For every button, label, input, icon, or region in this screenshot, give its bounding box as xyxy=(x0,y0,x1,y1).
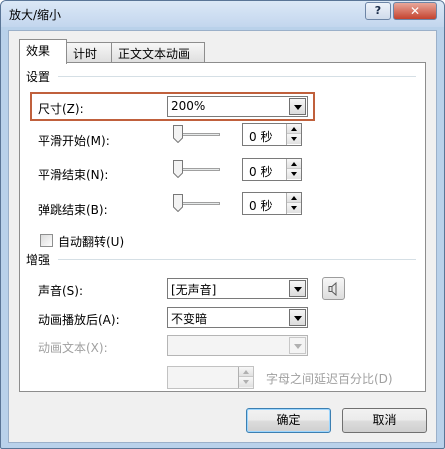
after-animation-value: 不变暗 xyxy=(171,312,208,326)
after-animation-dropdown-button[interactable] xyxy=(289,309,306,326)
auto-reverse-label[interactable]: 自动翻转(U) xyxy=(58,233,124,250)
help-button[interactable]: ? xyxy=(365,2,391,20)
animate-text-combo[interactable] xyxy=(167,335,308,356)
size-value: 200% xyxy=(171,99,206,113)
size-combo[interactable]: 200% xyxy=(167,96,308,117)
dialog-client-area: 效果 计时 正文文本动画 设置 尺寸(Z): 200% 平滑开始(M): 0 秒… xyxy=(8,30,437,443)
smooth-start-spin-buttons xyxy=(286,124,301,145)
letter-delay-spin-buttons xyxy=(238,367,253,388)
effect-panel: 设置 尺寸(Z): 200% 平滑开始(M): 0 秒 平滑结束(N): 0 秒… xyxy=(19,62,426,392)
smooth-start-up-button[interactable] xyxy=(287,124,301,134)
ok-button[interactable]: 确定 xyxy=(246,408,331,433)
smooth-start-label: 平滑开始(M): xyxy=(38,134,110,148)
bounce-end-up-button[interactable] xyxy=(287,193,301,203)
chevron-down-icon xyxy=(294,105,302,110)
chevron-down-icon xyxy=(291,172,297,176)
sound-preview-button[interactable] xyxy=(322,277,345,300)
smooth-start-value: 0 秒 xyxy=(249,130,273,144)
bounce-end-down-button[interactable] xyxy=(287,203,301,213)
after-animation-combo[interactable]: 不变暗 xyxy=(167,307,308,328)
smooth-start-slider-thumb[interactable] xyxy=(173,125,183,143)
tab-timing[interactable]: 计时 xyxy=(66,42,112,63)
settings-section-label: 设置 xyxy=(26,68,55,85)
chevron-down-icon xyxy=(294,344,302,349)
bounce-end-value: 0 秒 xyxy=(249,199,273,213)
bounce-end-label: 弹跳结束(B): xyxy=(38,203,108,217)
speaker-icon xyxy=(328,281,337,297)
chevron-up-icon xyxy=(291,196,297,200)
settings-divider xyxy=(58,76,416,77)
smooth-end-up-button[interactable] xyxy=(287,159,301,169)
after-animation-label: 动画播放后(A): xyxy=(38,313,120,327)
chevron-down-icon xyxy=(291,206,297,210)
close-button[interactable]: ✕ xyxy=(393,2,437,20)
letter-delay-up-button[interactable] xyxy=(239,367,253,377)
letter-delay-spinner[interactable] xyxy=(167,366,254,389)
dialog-window: 放大/缩小 ? ✕ 效果 计时 正文文本动画 设置 尺寸(Z): 200% 平滑… xyxy=(0,0,445,449)
title-bar[interactable]: 放大/缩小 ? ✕ xyxy=(1,1,444,27)
smooth-start-spinner[interactable]: 0 秒 xyxy=(242,123,302,146)
sound-dropdown-button[interactable] xyxy=(289,280,306,297)
sound-combo[interactable]: [无声音] xyxy=(167,278,308,299)
smooth-end-down-button[interactable] xyxy=(287,169,301,179)
bounce-end-slider-thumb[interactable] xyxy=(173,194,183,212)
window-title: 放大/缩小 xyxy=(9,8,62,22)
bounce-end-spin-buttons xyxy=(286,193,301,214)
chevron-up-icon xyxy=(291,162,297,166)
smooth-end-value: 0 秒 xyxy=(249,165,273,179)
help-icon: ? xyxy=(374,4,382,17)
chevron-down-icon xyxy=(291,137,297,141)
sound-label: 声音(S): xyxy=(38,284,84,298)
bounce-end-spinner[interactable]: 0 秒 xyxy=(242,192,302,215)
letter-delay-label: 字母之间延迟百分比(D) xyxy=(266,372,393,386)
sound-value: [无声音] xyxy=(171,283,217,297)
tab-text-animation[interactable]: 正文文本动画 xyxy=(111,42,205,63)
chevron-up-icon xyxy=(243,370,249,374)
auto-reverse-checkbox[interactable] xyxy=(40,234,53,247)
smooth-end-label: 平滑结束(N): xyxy=(38,168,109,182)
smooth-end-spinner[interactable]: 0 秒 xyxy=(242,158,302,181)
chevron-down-icon xyxy=(243,380,249,384)
smooth-end-slider-thumb[interactable] xyxy=(173,160,183,178)
cancel-button[interactable]: 取消 xyxy=(342,408,427,433)
enhancements-divider xyxy=(58,259,416,260)
size-dropdown-button[interactable] xyxy=(289,98,306,115)
smooth-end-spin-buttons xyxy=(286,159,301,180)
animate-text-dropdown-button[interactable] xyxy=(289,337,306,354)
enhancements-section-label: 增强 xyxy=(26,251,55,268)
size-label: 尺寸(Z): xyxy=(38,102,84,116)
chevron-down-icon xyxy=(294,316,302,321)
letter-delay-down-button[interactable] xyxy=(239,377,253,387)
smooth-start-down-button[interactable] xyxy=(287,134,301,144)
close-icon: ✕ xyxy=(409,4,421,18)
animate-text-label: 动画文本(X): xyxy=(38,341,108,355)
tab-effect[interactable]: 效果 xyxy=(19,39,67,64)
chevron-up-icon xyxy=(291,127,297,131)
chevron-down-icon xyxy=(294,287,302,292)
